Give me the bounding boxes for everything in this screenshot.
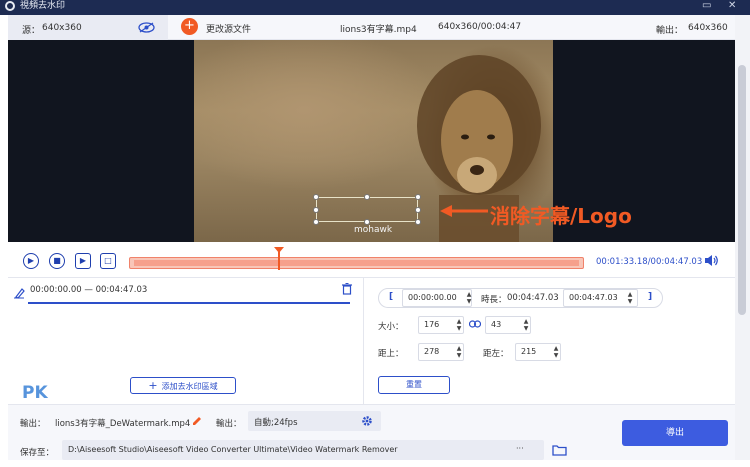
edit-icon[interactable] (192, 416, 202, 426)
source-box: 源： 640x360 (8, 15, 168, 40)
eraser-icon (14, 288, 25, 299)
height-stepper[interactable]: ▲ ▼ (521, 318, 531, 332)
resize-handle[interactable] (364, 194, 370, 200)
pk-logo: PK (22, 383, 48, 403)
save-path-field[interactable]: D:\Aiseesoft Studio\Aiseesoft Video Conv… (62, 440, 544, 460)
trash-icon[interactable] (342, 283, 352, 295)
fullscreen-button[interactable]: □ (100, 253, 116, 269)
end-time-stepper[interactable]: ▲ ▼ (625, 291, 635, 305)
playback-controls: ▶ ■ ▶ □ 00:01:33.18/00:04:47.03 (8, 242, 735, 278)
top-stepper[interactable]: ▲ ▼ (454, 345, 464, 359)
add-watermark-area-button[interactable]: + 添加去水印區域 (130, 377, 236, 394)
start-time-field[interactable]: 00:00:00.00 (402, 289, 472, 307)
resize-handle[interactable] (415, 207, 421, 213)
watermark-range-panel: 00:00:00.00 — 00:04:47.03 + 添加去水印區域 (8, 278, 364, 404)
eye-icon[interactable] (138, 22, 155, 33)
top-label: 距上： (378, 349, 404, 359)
add-button-label: 添加去水印區域 (161, 382, 218, 391)
left-stepper[interactable]: ▲ ▼ (551, 345, 561, 359)
volume-icon[interactable] (704, 254, 718, 267)
output-resolution: 640x360 (688, 23, 728, 33)
browse-button[interactable]: ··· (516, 444, 524, 453)
scrollbar-thumb[interactable] (738, 65, 746, 315)
arrow-icon (440, 205, 488, 217)
save-path-value: D:\Aiseesoft Studio\Aiseesoft Video Conv… (68, 445, 398, 454)
reset-button[interactable]: 重置 (378, 376, 450, 394)
app-logo-icon (5, 1, 15, 11)
left-label: 距左： (483, 349, 509, 359)
source-resolution: 640x360 (42, 23, 82, 33)
width-stepper[interactable]: ▲ ▼ (454, 318, 464, 332)
output-bar: 輸出： lions3有字幕_DeWatermark.mp4 輸出： 自動;24f… (8, 404, 735, 460)
duration-label: 時長： (481, 295, 507, 305)
add-source-icon[interactable]: + (181, 18, 198, 35)
info-bar: 源： 640x360 + 更改源文件 lions3有字幕.mp4 640x360… (8, 15, 735, 40)
set-end-button[interactable]: ] (648, 292, 652, 302)
resize-handle[interactable] (415, 219, 421, 225)
export-button[interactable]: 導出 (622, 420, 728, 446)
next-frame-button[interactable]: ▶ (75, 253, 91, 269)
range-bar[interactable] (28, 302, 350, 304)
gear-icon[interactable] (361, 415, 373, 427)
title-bar: 視頻去水印 ▭ ✕ (0, 0, 750, 15)
file-info: 640x360/00:04:47 (438, 22, 522, 32)
file-name: lions3有字幕.mp4 (340, 25, 417, 35)
play-button[interactable]: ▶ (23, 253, 39, 269)
close-icon[interactable]: ✕ (728, 0, 736, 11)
output-label: 輸出： (656, 26, 684, 36)
window-title: 視頻去水印 (20, 1, 66, 11)
output-format-select[interactable]: 自動;24fps (248, 411, 381, 431)
time-display: 00:01:33.18/00:04:47.03 (596, 257, 703, 267)
output-format-value: 自動;24fps (254, 418, 298, 428)
vertical-scrollbar[interactable] (735, 15, 750, 460)
watermark-text: mohawk (354, 225, 393, 235)
output-format-label: 輸出： (216, 419, 242, 429)
callout-text: 消除字幕/Logo (490, 204, 632, 228)
start-time-stepper[interactable]: ▲ ▼ (464, 291, 474, 305)
minimize-icon[interactable]: ▭ (702, 0, 711, 11)
resize-handle[interactable] (415, 194, 421, 200)
range-text: 00:00:00.00 — 00:04:47.03 (30, 285, 148, 295)
output-file-name: lions3有字幕_DeWatermark.mp4 (55, 419, 191, 429)
change-source-button[interactable]: 更改源文件 (206, 22, 251, 35)
duration-value: 00:04:47.03 (507, 293, 559, 303)
playhead[interactable] (274, 247, 284, 270)
resize-handle[interactable] (313, 207, 319, 213)
size-label: 大小： (378, 322, 404, 332)
output-file-label: 輸出： (20, 419, 46, 429)
link-icon[interactable] (469, 320, 481, 328)
watermark-settings-panel: [ 00:00:00.00 ▲ ▼ 時長： 00:04:47.03 00:04:4… (365, 278, 735, 404)
resize-handle[interactable] (313, 219, 319, 225)
source-label: 源： (22, 26, 41, 36)
timeline-track[interactable] (129, 257, 584, 269)
save-to-label: 保存至： (20, 448, 55, 458)
set-start-button[interactable]: [ (389, 292, 393, 302)
resize-handle[interactable] (313, 194, 319, 200)
folder-icon[interactable] (552, 444, 567, 456)
stop-button[interactable]: ■ (49, 253, 65, 269)
